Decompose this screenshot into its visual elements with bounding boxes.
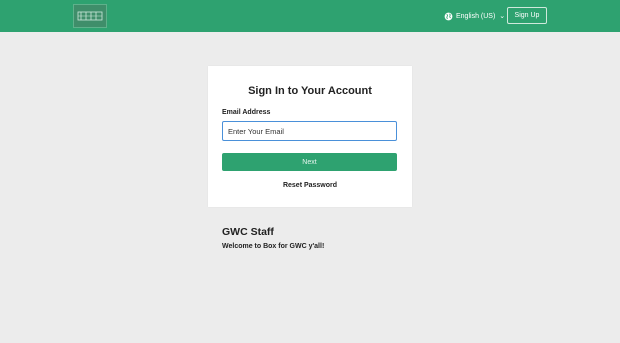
box-logo-icon[interactable]: [73, 4, 107, 28]
language-selector[interactable]: English (US) ⌄: [444, 9, 505, 23]
email-label: Email Address: [222, 109, 271, 116]
sign-up-button[interactable]: Sign Up: [507, 7, 547, 24]
email-field[interactable]: [222, 121, 397, 141]
info-message: Welcome to Box for GWC y'all!: [222, 243, 325, 250]
reset-password-link[interactable]: Reset Password: [208, 182, 412, 189]
sign-in-card: Sign In to Your Account Email Address Ne…: [208, 66, 412, 207]
globe-icon: [444, 12, 453, 20]
info-title: GWC Staff: [222, 226, 274, 238]
language-label: English (US): [456, 12, 496, 20]
sign-in-title: Sign In to Your Account: [248, 85, 372, 97]
top-header-bar: English (US) ⌄ Sign Up: [0, 0, 620, 32]
next-button[interactable]: Next: [222, 153, 397, 171]
chevron-down-icon: ⌄: [499, 13, 506, 20]
